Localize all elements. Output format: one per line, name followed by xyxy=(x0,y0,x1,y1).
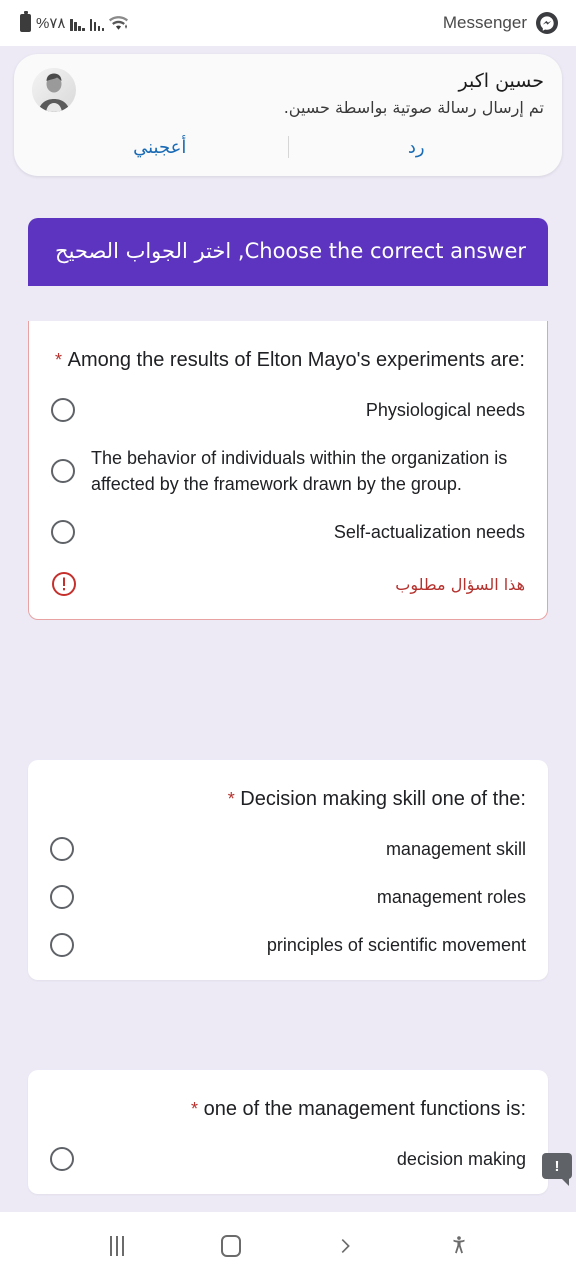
question-text-2: Decision making skill one of the: xyxy=(240,788,526,810)
question-title-1: Among the results of Elton Mayo's experi… xyxy=(51,345,525,375)
option-row-2-1[interactable]: management skill xyxy=(50,836,526,862)
question-text-3: one of the management functions is: xyxy=(203,1098,526,1120)
home-icon xyxy=(221,1235,241,1257)
question-title-3: one of the management functions is: * xyxy=(50,1094,526,1124)
radio-button-2-3[interactable] xyxy=(50,933,74,958)
accessibility-button[interactable] xyxy=(433,1220,485,1272)
option-label-1-3: Self-actualization needs xyxy=(333,522,525,543)
accessibility-icon xyxy=(453,1236,465,1254)
reply-button[interactable]: رد xyxy=(289,131,545,164)
option-row-2-2[interactable]: management roles xyxy=(50,884,526,910)
error-message-1: هذا السؤال مطلوب xyxy=(395,574,525,594)
back-button[interactable] xyxy=(319,1220,371,1272)
alert-tooltip-badge[interactable]: ! xyxy=(542,1153,572,1186)
option-row-1-2[interactable]: The behavior of individuals within the o… xyxy=(51,445,525,497)
notification-message: تم إرسال رسالة صوتية بواسطة حسين. xyxy=(283,97,544,117)
battery-icon xyxy=(20,11,31,32)
recents-icon xyxy=(110,1236,124,1256)
signal-bars-icon-2 xyxy=(89,16,105,31)
option-row-2-3[interactable]: principles of scientific movement xyxy=(50,932,526,958)
required-star-2: * xyxy=(227,789,235,809)
action-divider xyxy=(287,136,289,159)
chevron-right-icon xyxy=(341,1238,350,1254)
form-header-banner: Choose the correct answer, اختر الجواب ا… xyxy=(28,218,548,287)
option-label-3-1: decision making xyxy=(396,1149,526,1169)
option-row-3-1[interactable]: decision making xyxy=(50,1146,526,1172)
option-label-1-1: Physiological needs xyxy=(365,400,525,420)
status-bar-right: Messenger xyxy=(443,12,558,34)
form-title: Choose the correct answer, اختر الجواب ا… xyxy=(55,239,526,263)
radio-button-2-2[interactable] xyxy=(50,885,74,910)
option-row-1-1[interactable]: Physiological needs xyxy=(51,397,525,423)
radio-button-1-2[interactable] xyxy=(51,459,75,484)
question-card-1: Among the results of Elton Mayo's experi… xyxy=(28,321,548,621)
radio-button-2-1[interactable] xyxy=(50,837,74,862)
recents-button[interactable] xyxy=(91,1220,143,1272)
status-app-label: Messenger xyxy=(442,13,527,32)
avatar xyxy=(32,68,76,112)
required-star-1: * xyxy=(55,350,63,370)
question-title-2: Decision making skill one of the: * xyxy=(50,784,526,814)
radio-button-1-3[interactable] xyxy=(51,520,75,545)
android-navigation-bar xyxy=(0,1212,576,1280)
option-label-2-3: principles of scientific movement xyxy=(266,935,526,956)
option-row-1-3[interactable]: Self-actualization needs xyxy=(51,519,525,545)
battery-percent-label: %٧٨ xyxy=(36,15,66,32)
messenger-notification-card[interactable]: حسين اكبر تم إرسال رسالة صوتية بواسطة حس… xyxy=(14,54,562,176)
radio-button-3-1[interactable] xyxy=(50,1147,74,1172)
alert-tooltip-label: ! xyxy=(554,1157,560,1175)
form-page-background: حسين اكبر تم إرسال رسالة صوتية بواسطة حس… xyxy=(0,46,576,1212)
error-icon xyxy=(51,571,77,597)
wifi-icon xyxy=(109,15,129,31)
home-button[interactable] xyxy=(205,1220,257,1272)
signal-bars-icon-1 xyxy=(70,16,85,31)
question-card-2: Decision making skill one of the: * mana… xyxy=(28,760,548,981)
required-star-3: * xyxy=(191,1099,199,1119)
notification-content: حسين اكبر تم إرسال رسالة صوتية بواسطة حس… xyxy=(32,68,544,119)
like-button[interactable]: أعجبني xyxy=(32,131,288,164)
status-bar: %٧٨ Messenger xyxy=(0,0,576,46)
messenger-icon xyxy=(536,12,558,34)
status-bar-left: %٧٨ xyxy=(20,11,129,32)
option-label-2-1: management skill xyxy=(385,839,526,859)
notification-sender: حسين اكبر xyxy=(458,70,544,92)
notification-text: حسين اكبر تم إرسال رسالة صوتية بواسطة حس… xyxy=(90,68,544,119)
question-card-3: one of the management functions is: * de… xyxy=(28,1070,548,1195)
option-label-2-2: management roles xyxy=(376,887,526,908)
notification-actions: رد أعجبني xyxy=(32,131,544,168)
option-label-1-2: The behavior of individuals within the o… xyxy=(91,448,508,495)
question-error-row-1: هذا السؤال مطلوب xyxy=(51,571,525,597)
radio-button-1-1[interactable] xyxy=(51,398,75,423)
question-text-1: Among the results of Elton Mayo's experi… xyxy=(67,349,525,371)
